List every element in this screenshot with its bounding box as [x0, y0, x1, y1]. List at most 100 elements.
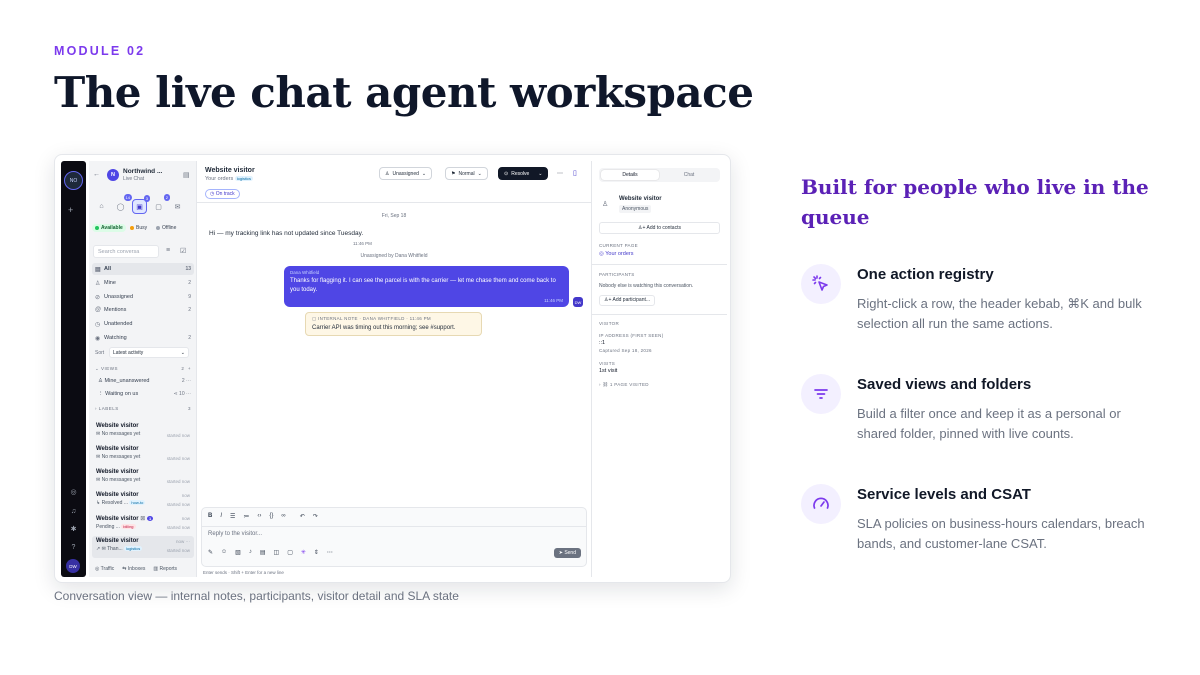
- chat-count-badge: 14: [123, 194, 132, 201]
- canned-response-icon[interactable]: ▤: [260, 549, 266, 556]
- assignee-select[interactable]: ♙ Unassigned ⌄: [379, 167, 433, 180]
- conversation-item[interactable]: Website visitor ✉ No messages yet starte…: [92, 467, 194, 489]
- check-circle-icon: ⊙: [504, 170, 509, 177]
- tab-details[interactable]: Details: [601, 170, 659, 180]
- feature-title: One action registry: [857, 266, 994, 283]
- captured-date: Captured Sep 18, 2026: [599, 348, 652, 353]
- sparkle-icon[interactable]: ✳: [301, 549, 306, 556]
- current-page-link[interactable]: ◎ Your orders: [599, 251, 633, 257]
- status-busy[interactable]: Busy: [127, 224, 150, 232]
- redo-icon[interactable]: ↷: [313, 513, 318, 520]
- help-icon[interactable]: ?: [69, 543, 78, 552]
- screenshot-caption: Conversation view — internal notes, part…: [54, 589, 459, 603]
- filter-unattended[interactable]: ◷ Unattended: [92, 318, 194, 330]
- divider: [592, 314, 727, 315]
- add-to-contacts-button[interactable]: ♙+ Add to contacts: [599, 222, 720, 234]
- back-arrow-icon[interactable]: ←: [93, 171, 100, 178]
- mic-icon[interactable]: ♪: [249, 549, 252, 556]
- filter-watching[interactable]: ◉ Watching 2: [92, 332, 194, 344]
- code-block-icon[interactable]: {}: [269, 513, 273, 520]
- numbered-list-icon[interactable]: ≔: [243, 513, 249, 520]
- add-workspace-icon[interactable]: +: [68, 205, 73, 215]
- conversation-item[interactable]: Website visitor ✉ No messages yet starte…: [92, 444, 194, 466]
- reports-link[interactable]: ▥ Reports: [153, 566, 177, 572]
- feature-body: Build a filter once and keep it as a per…: [857, 406, 1121, 441]
- workspace-switcher[interactable]: NO: [64, 171, 83, 190]
- search-input[interactable]: Search conversa: [93, 245, 159, 258]
- feature-body: SLA policies on business-hours calendars…: [857, 516, 1145, 551]
- conversation-item[interactable]: Website visitor ↳ Resolved ... how-to no…: [92, 490, 194, 512]
- feature-title: Service levels and CSAT: [857, 486, 1031, 503]
- tag-chip: how-to: [129, 500, 146, 505]
- unassigned-icon: ⊘: [95, 294, 101, 301]
- italic-icon[interactable]: I: [220, 513, 222, 520]
- resolve-button[interactable]: ⊙ Resolve ⌄: [498, 167, 549, 180]
- filter-mentions[interactable]: @ Mentions 2: [92, 304, 194, 316]
- filter-icon[interactable]: ≡: [166, 247, 170, 254]
- inboxes-link[interactable]: ⇆ Inboxes: [122, 566, 145, 572]
- integrations-icon[interactable]: ✱: [69, 525, 78, 534]
- agent-avatar: DW: [573, 297, 583, 307]
- view-item[interactable]: ♙ Mine_unanswered 2 ⋯: [95, 378, 193, 384]
- add-view-icon[interactable]: +: [188, 366, 191, 371]
- filter-all[interactable]: ▤ All 13: [92, 263, 194, 275]
- messages-icon[interactable]: ▢ 2: [151, 194, 170, 214]
- tag-chip: billing: [121, 524, 136, 529]
- org-header[interactable]: ← N Northwind ... Live Chat ▤: [93, 167, 193, 187]
- filter-mine[interactable]: ♙ Mine 2: [92, 277, 194, 289]
- send-button[interactable]: ➤ Send: [553, 548, 581, 558]
- status-icon[interactable]: ◎: [69, 488, 78, 497]
- conversation-item-active[interactable]: Website visitor ↗ ✉ Than... logistics no…: [92, 536, 194, 558]
- org-subtitle: Live Chat: [123, 176, 145, 182]
- org-avatar: N: [107, 169, 119, 181]
- divider: [592, 264, 727, 265]
- reply-input[interactable]: Reply to the visitor...: [208, 531, 262, 537]
- emoji-icon[interactable]: ☺: [221, 549, 227, 556]
- pages-visited-toggle[interactable]: › ⛓ 1 PAGE VISITED: [599, 382, 649, 388]
- chat-icon[interactable]: ◯ 14: [113, 194, 132, 214]
- visitor-name: Website visitor: [205, 167, 255, 174]
- sidebar-footer: ◎ Traffic ⇆ Inboxes ▥ Reports: [95, 566, 177, 572]
- edit-icon[interactable]: ✎: [208, 549, 213, 556]
- sort-select[interactable]: Latest activity ⌄: [109, 347, 189, 358]
- internal-note: ▢ INTERNAL NOTE · DANA WHITFIELD · 11:46…: [305, 312, 482, 336]
- link-icon[interactable]: ∞: [281, 513, 285, 520]
- undo-icon[interactable]: ↶: [300, 513, 305, 520]
- home-icon[interactable]: ⌂: [94, 199, 109, 214]
- add-participant-button[interactable]: ♙+ Add participant...: [599, 295, 656, 306]
- inbox-icon[interactable]: ▣ 3: [132, 195, 150, 214]
- visits-label: VISITS: [599, 361, 616, 366]
- sort-label: Sort: [95, 350, 105, 356]
- user-icon: ♙: [95, 280, 101, 287]
- conversation-item[interactable]: Website visitor ⊠ 1 Pending ... billing …: [92, 513, 194, 535]
- priority-select[interactable]: ⚑ Normal ⌄: [445, 167, 488, 180]
- bold-icon[interactable]: B: [208, 513, 212, 520]
- labels-section[interactable]: › LABELS 3: [95, 406, 193, 411]
- conversation-item[interactable]: Website visitor ✉ No messages yet starte…: [92, 421, 194, 443]
- chevron-down-icon: ⌄: [538, 170, 543, 177]
- tab-chat[interactable]: Chat: [660, 170, 718, 180]
- book-icon[interactable]: ◫: [274, 549, 280, 556]
- views-section[interactable]: ⌄ VIEWS 2 +: [95, 366, 193, 372]
- panel-toggle-icon[interactable]: ▯: [573, 169, 577, 177]
- filter-unassigned[interactable]: ⊘ Unassigned 9: [92, 291, 194, 303]
- bell-icon[interactable]: ♫: [69, 507, 78, 516]
- user-avatar[interactable]: DW: [66, 559, 80, 573]
- mail-icon[interactable]: ✉: [170, 199, 185, 214]
- traffic-link[interactable]: ◎ Traffic: [95, 566, 114, 572]
- bullet-list-icon[interactable]: ☰: [230, 513, 235, 520]
- message-time: 11:46 PM: [353, 241, 372, 246]
- image-icon[interactable]: ▧: [235, 549, 241, 556]
- expand-icon[interactable]: ⇕: [314, 549, 319, 556]
- view-item[interactable]: ⋮ Waiting on us ⋖ 10 ⋯: [95, 391, 193, 397]
- note-icon[interactable]: ▢: [287, 549, 293, 556]
- more-icon[interactable]: ⋯: [557, 170, 563, 177]
- code-icon[interactable]: ‹›: [257, 513, 261, 520]
- more-icon[interactable]: ⋯: [327, 549, 333, 556]
- busy-dot-icon: [130, 226, 134, 230]
- notebook-icon[interactable]: ▤: [183, 171, 190, 179]
- select-mode-icon[interactable]: ☑: [180, 247, 186, 255]
- details-panel: Details Chat ♙ Website visitor Anonymous…: [591, 161, 727, 577]
- status-available[interactable]: Available: [92, 224, 126, 232]
- status-offline[interactable]: Offline: [153, 224, 179, 232]
